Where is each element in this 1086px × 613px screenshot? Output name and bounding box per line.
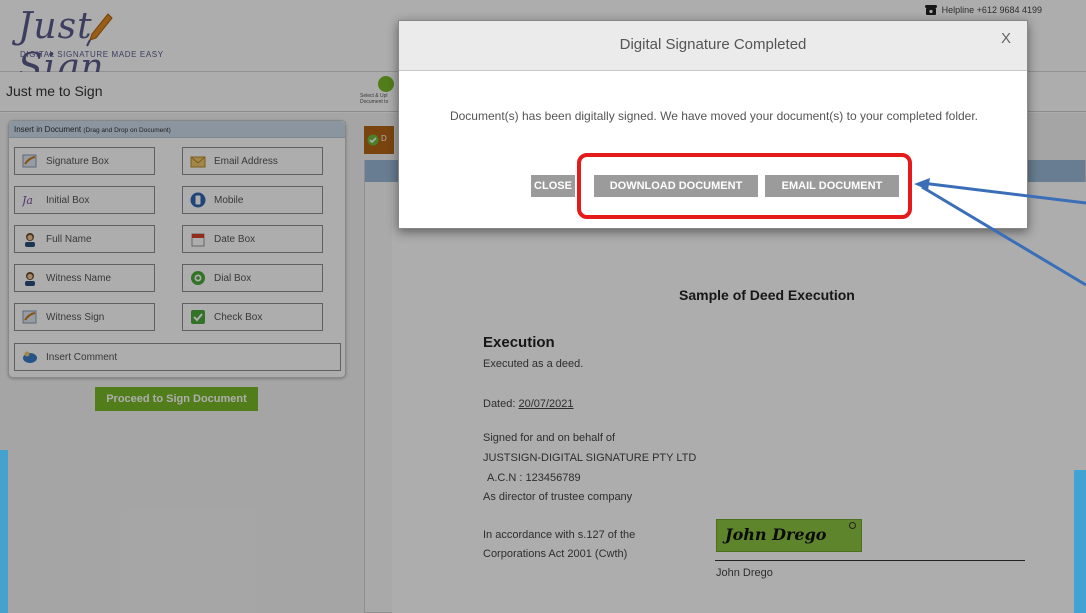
dialog-header: Digital Signature Completed X	[399, 21, 1027, 71]
decorative-accent-left	[0, 450, 8, 613]
app-root: Just Sign DIGITAL SIGNATURE MADE EASY He…	[0, 0, 1086, 613]
close-button[interactable]: CLOSE	[531, 175, 575, 197]
dialog-title: Digital Signature Completed	[619, 36, 807, 53]
decorative-accent-right	[1074, 470, 1086, 613]
close-icon[interactable]: X	[999, 31, 1013, 47]
dialog-message: Document(s) has been digitally signed. W…	[449, 109, 979, 123]
buttons-highlight-box	[577, 153, 912, 219]
